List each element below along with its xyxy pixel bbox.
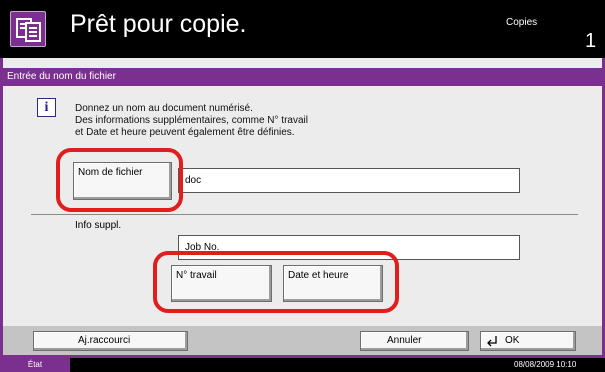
add-shortcut-button[interactable]: Aj.raccourci [33,331,188,351]
message-line: Donnez un nom au document numérisé. [75,103,253,114]
message-line: et Date et heure peuvent également être … [75,127,295,138]
cancel-button[interactable]: Annuler [360,331,469,351]
highlight-ring [153,251,399,313]
divider [31,214,578,215]
additional-info-label: Info suppl. [75,220,122,231]
filename-field[interactable]: doc [178,168,520,193]
dialog-title: Entrée du nom du fichier [3,68,602,86]
status-button[interactable]: État [0,358,70,372]
info-icon: i [37,98,56,117]
message-line: Des informations supplémentaires, comme … [75,115,308,126]
copy-document-icon [10,11,46,47]
copies-label: Copies [506,17,538,28]
enter-icon [485,334,499,348]
copies-count: 1 [585,30,597,52]
page-title: Prêt pour copie. [70,10,247,38]
highlight-ring [56,148,183,212]
status-datetime: 08/08/2009 10:10 [514,360,577,369]
